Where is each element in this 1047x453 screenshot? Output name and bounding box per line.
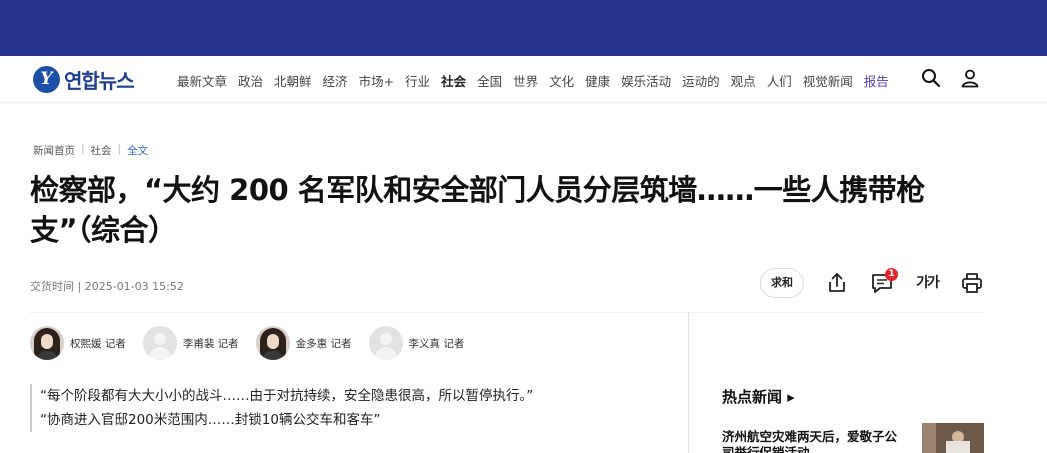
hot-news-title: 热点新闻 (722, 388, 783, 406)
nav-item[interactable]: 最新文章 (177, 71, 227, 90)
reporter[interactable]: 金多惠 记者 (255, 326, 352, 360)
comment-count-badge: 1 (885, 268, 898, 281)
reporter-name: 权熙媛 记者 (70, 337, 126, 350)
avatar (368, 326, 403, 360)
nav-item[interactable]: 全国 (477, 71, 502, 90)
site-logo[interactable]: Y 연합뉴스 (33, 65, 135, 93)
nav-item[interactable]: 报告 (864, 71, 889, 90)
quote-line: “协商进入官邸200米范围内……封锁10辆公交车和客车” (40, 412, 381, 428)
nav-item[interactable]: 娱乐活动 (621, 71, 671, 90)
nav-item[interactable]: 观点 (731, 71, 756, 90)
reporter[interactable]: 李义真 记者 (368, 326, 465, 360)
article-headline: 检察部，“大约 200 名军队和安全部门人员分层筑墙……一些人携带枪支”（综合） (30, 173, 925, 247)
nav-item[interactable]: 行业 (405, 71, 430, 90)
comment-button[interactable]: 1 (870, 268, 898, 295)
share-icon[interactable] (825, 271, 849, 295)
search-icon[interactable] (921, 68, 941, 88)
avatar (30, 326, 64, 360)
avatar (255, 326, 290, 360)
reporter[interactable]: 权熙媛 记者 (30, 326, 126, 360)
breadcrumb-home[interactable]: 新闻首页 (33, 143, 75, 158)
column-divider (688, 312, 689, 453)
reporter[interactable]: 李甫裴 记者 (142, 326, 239, 360)
nav-item[interactable]: 视觉新闻 (803, 71, 853, 90)
nav-item[interactable]: 人们 (767, 71, 792, 90)
logo-text: 연합뉴스 (64, 68, 135, 93)
nav-item[interactable]: 社会 (441, 71, 466, 90)
reporter-name: 金多惠 记者 (295, 337, 352, 350)
nav-item[interactable]: 经济 (323, 71, 348, 90)
article-timestamp: 交货时间 | 2025-01-03 15:52 (30, 280, 184, 293)
font-size-button[interactable]: 가가 (915, 271, 940, 295)
nav-item[interactable]: 文化 (549, 71, 574, 90)
breadcrumb-current[interactable]: 全文 (127, 143, 148, 158)
nav-item[interactable]: 政治 (238, 71, 263, 90)
logo-mark: Y (33, 65, 60, 93)
user-icon[interactable] (960, 68, 980, 88)
breadcrumb-separator: | (117, 143, 122, 155)
breadcrumb: 新闻首页 | 社会 | 全文 (33, 143, 148, 158)
avatar (142, 326, 177, 360)
article-toolbar: 求和 1 가가 (760, 268, 984, 298)
reporter-list: 权熙媛 记者 李甫裴 记者 金多惠 记者 李义真 记者 (30, 326, 481, 360)
nav-item[interactable]: 市场+ (359, 71, 394, 90)
section-divider (30, 312, 983, 313)
reporter-name: 李甫裴 记者 (182, 337, 239, 350)
top-banner (0, 0, 1047, 56)
hot-news-item-continued: 司举行促销活动 (722, 446, 912, 453)
nav-item[interactable]: 运动的 (682, 71, 720, 90)
breadcrumb-section[interactable]: 社会 (91, 143, 112, 158)
main-menu: 最新文章 政治 北朝鲜 经济 市场+ 行业 社会 全国 世界 文化 健康 娱乐活动 运动的 观点 人们 视觉新… (177, 71, 889, 90)
article-summary-quotes: “每个阶段都有大大小小的战斗……由于对抗持续，安全隐患很高，所以暂停执行。” “… (30, 384, 533, 432)
arrow-right-icon: ▸ (782, 388, 795, 406)
nav-item[interactable]: 健康 (585, 71, 610, 90)
print-icon[interactable] (960, 271, 984, 295)
site-header: Y 연합뉴스 最新文章 政治 北朝鲜 经济 市场+ 行业 社会 全国 世界 文化 健康 娱乐活动 运动的… (0, 56, 1047, 103)
hot-news-thumbnail[interactable] (922, 423, 984, 453)
summary-button[interactable]: 求和 (760, 268, 804, 298)
nav-item[interactable]: 世界 (513, 71, 538, 90)
hot-news-heading[interactable]: 热点新闻 ▸ (722, 386, 795, 407)
hot-news-item[interactable]: 济州航空灾难两天后，爱敬子公 (722, 428, 912, 446)
quote-line: “每个阶段都有大大小小的战斗……由于对抗持续，安全隐患很高，所以暂停执行。” (40, 388, 534, 404)
reporter-name: 李义真 记者 (408, 337, 465, 350)
nav-item[interactable]: 北朝鲜 (274, 71, 312, 90)
breadcrumb-separator: | (81, 143, 85, 155)
